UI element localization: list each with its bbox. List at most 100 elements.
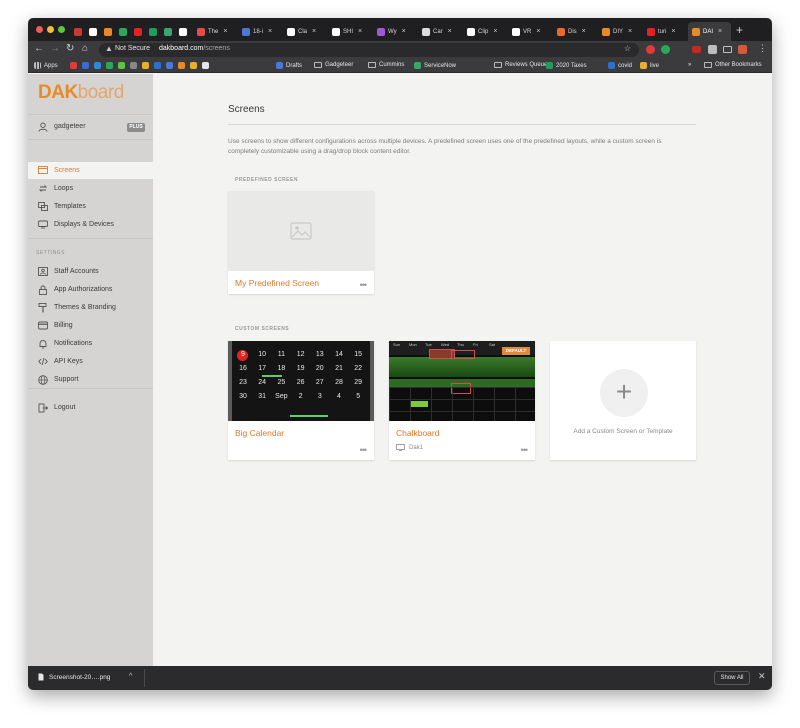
pinned-tab[interactable] (85, 22, 97, 41)
bookmark-favicon-icon[interactable] (94, 62, 101, 69)
browser-tab[interactable]: VR × (508, 22, 551, 41)
bookmark-favicon-icon[interactable] (70, 62, 77, 69)
sidebar-item-loops[interactable]: Loops (28, 180, 153, 197)
bookmark-item[interactable]: Cummins (368, 62, 404, 68)
browser-tab[interactable]: Cla × (283, 22, 326, 41)
maximize-window-button[interactable] (58, 26, 65, 33)
add-custom-screen-card[interactable]: + Add a Custom Screen or Template (550, 341, 696, 460)
star-icon[interactable]: ☆ (624, 44, 631, 53)
pinned-tab[interactable] (130, 22, 142, 41)
close-download-bar-icon[interactable]: ✕ (758, 671, 766, 682)
close-tab-icon[interactable]: × (628, 28, 632, 35)
bookmark-favicon-icon[interactable] (190, 62, 197, 69)
pinned-tab[interactable] (100, 22, 112, 41)
bookmark-item[interactable]: 2020 Taxes (546, 62, 587, 69)
profile-icon[interactable] (738, 45, 747, 54)
close-tab-icon[interactable]: × (582, 28, 586, 35)
sidebar-item-displays-and-devices[interactable]: Displays & Devices (28, 216, 153, 233)
more-bookmarks-button[interactable]: » (688, 62, 691, 68)
browser-tab[interactable]: SHI × (328, 22, 371, 41)
download-options-chevron-icon[interactable]: ^ (129, 673, 132, 680)
extensions-puzzle-icon[interactable] (708, 45, 717, 54)
dakboard-logo[interactable]: DAKboard (38, 82, 124, 104)
extension-green-icon[interactable] (661, 45, 670, 54)
extension-badge-icon[interactable] (692, 46, 701, 53)
browser-tab[interactable]: The × (193, 22, 236, 41)
bookmark-favicon-icon[interactable] (82, 62, 89, 69)
bookmark-item[interactable]: Gadgeteer (314, 62, 353, 68)
pinned-tab[interactable] (70, 22, 82, 41)
bookmark-favicon-icon[interactable] (202, 62, 209, 69)
screen-name[interactable]: Chalkboard (396, 428, 439, 438)
bookmark-favicon-icon[interactable] (106, 62, 113, 69)
close-window-button[interactable] (36, 26, 43, 33)
close-tab-icon[interactable]: × (448, 28, 452, 35)
close-tab-icon[interactable]: × (718, 28, 722, 35)
cast-icon[interactable] (723, 46, 732, 53)
browser-tab[interactable]: turi × (643, 22, 686, 41)
screen-menu-button[interactable]: ••• (360, 445, 368, 455)
bookmark-favicon-icon[interactable] (166, 62, 173, 69)
sidebar-item-staff-accounts[interactable]: Staff Accounts (28, 263, 153, 280)
pinned-tab[interactable] (145, 22, 157, 41)
close-tab-icon[interactable]: × (402, 28, 406, 35)
download-item[interactable]: Screenshot-20….png (38, 673, 110, 681)
screen-name[interactable]: Big Calendar (235, 428, 284, 438)
add-custom-screen-label[interactable]: Add a Custom Screen or Template (550, 428, 696, 435)
new-tab-button[interactable]: + (736, 23, 743, 37)
reload-icon[interactable]: ↻ (66, 43, 74, 54)
custom-screen-card[interactable]: 9 10 11 12 13 14 15 16 17 18 19 20 21 22 23 24 25 26 27 28 2… (228, 341, 374, 460)
close-tab-icon[interactable]: × (493, 28, 497, 35)
user-account[interactable]: gadgeteer PLUS (28, 114, 153, 140)
screen-name[interactable]: My Predefined Screen (235, 278, 319, 288)
sidebar-item-support[interactable]: Support (28, 371, 153, 388)
bookmark-favicon-icon[interactable] (142, 62, 149, 69)
browser-tab[interactable]: DIY × (598, 22, 641, 41)
bookmark-item[interactable]: ServiceNow (414, 62, 456, 69)
pinned-tab[interactable] (175, 22, 187, 41)
screen-menu-button[interactable]: ••• (360, 280, 368, 290)
bookmark-favicon-icon[interactable] (178, 62, 185, 69)
sidebar-item-billing[interactable]: Billing (28, 317, 153, 334)
bookmark-favicon-icon[interactable] (154, 62, 161, 69)
browser-tab[interactable]: DAI × (688, 22, 731, 41)
sidebar-item-templates[interactable]: Templates (28, 198, 153, 215)
bookmark-item[interactable]: Drafts (276, 62, 302, 69)
logout-link[interactable]: Logout (28, 399, 153, 416)
close-tab-icon[interactable]: × (223, 28, 227, 35)
bookmark-item[interactable]: covid (608, 62, 632, 69)
minimize-window-button[interactable] (47, 26, 54, 33)
address-bar[interactable]: ▲ Not Secure dakboard.com/screens ☆ (99, 43, 639, 57)
predefined-screen-card[interactable]: My Predefined Screen ••• (228, 191, 374, 294)
bookmark-favicon-icon[interactable] (118, 62, 125, 69)
sidebar-item-api-keys[interactable]: API Keys (28, 353, 153, 370)
sidebar-item-themes-and-branding[interactable]: Themes & Branding (28, 299, 153, 316)
browser-tab[interactable]: Car × (418, 22, 461, 41)
sidebar-item-app-authorizations[interactable]: App Authorizations (28, 281, 153, 298)
close-tab-icon[interactable]: × (268, 28, 272, 35)
close-tab-icon[interactable]: × (312, 28, 316, 35)
browser-tab[interactable]: Wy × (373, 22, 416, 41)
forward-icon[interactable]: → (50, 43, 60, 54)
sidebar-item-notifications[interactable]: Notifications (28, 335, 153, 352)
bookmark-favicon-icon[interactable] (130, 62, 137, 69)
show-all-button[interactable]: Show All (714, 671, 750, 685)
home-icon[interactable]: ⌂ (82, 43, 88, 54)
close-tab-icon[interactable]: × (671, 28, 675, 35)
browser-tab[interactable]: Clip × (463, 22, 506, 41)
add-icon[interactable]: + (600, 369, 648, 417)
pinned-tab[interactable] (115, 22, 127, 41)
bookmark-apps[interactable]: Apps (34, 62, 58, 69)
menu-kebab-icon[interactable]: ⋮ (758, 43, 767, 54)
browser-tab[interactable]: Dis × (553, 22, 596, 41)
bookmark-item[interactable]: Reviews Queues (494, 62, 550, 68)
custom-screen-card[interactable]: Sun Mon Tue Wed Thu Fri Sat DEFAULT Chalkboard… (389, 341, 535, 460)
extension-red-icon[interactable] (646, 45, 655, 54)
pinned-tab[interactable] (160, 22, 172, 41)
close-tab-icon[interactable]: × (358, 28, 362, 35)
back-icon[interactable]: ← (34, 43, 44, 54)
bookmark-item[interactable]: live (640, 62, 659, 69)
screen-menu-button[interactable]: ••• (521, 445, 529, 455)
browser-tab[interactable]: 18-i × (238, 22, 281, 41)
sidebar-item-screens[interactable]: Screens (28, 162, 153, 179)
